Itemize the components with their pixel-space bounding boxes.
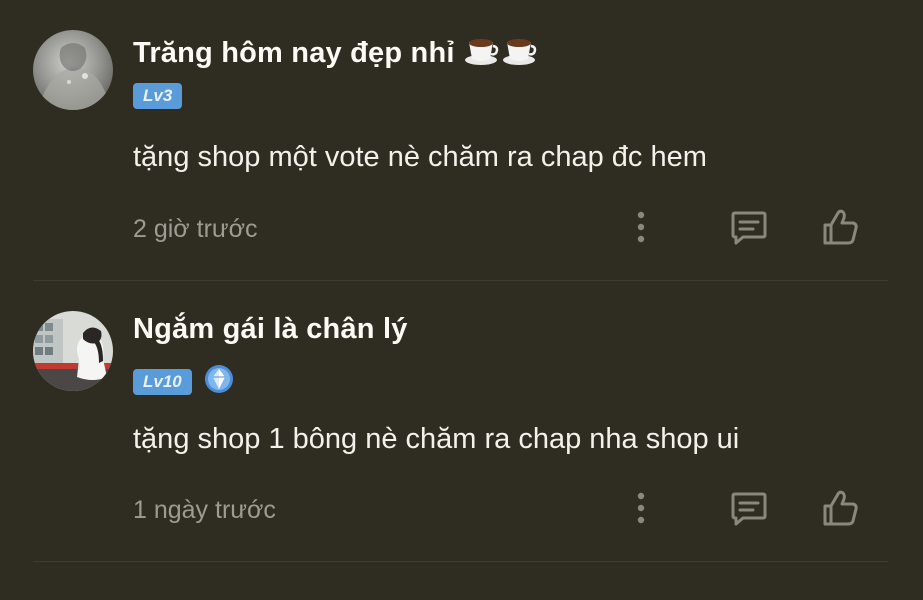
comment-text: tặng shop 1 bông nè chăm ra chap nha sho… (133, 423, 740, 455)
avatar[interactable] (33, 311, 113, 391)
username[interactable]: Ngắm gái là chân lý (133, 313, 408, 346)
comment-actions (0, 205, 923, 249)
comment-item: Trăng hôm nay đẹp nhỉ Lv3 tặng shop một … (0, 0, 923, 280)
badge-row: Lv10 (133, 364, 234, 399)
username[interactable]: Trăng hôm nay đẹp nhỉ (133, 32, 537, 74)
coffee-cup-icon (463, 32, 537, 74)
badge-row: Lv3 (133, 83, 183, 109)
thumbs-up-icon[interactable] (818, 486, 862, 530)
level-badge: Lv3 (133, 83, 183, 109)
comment-list: Trăng hôm nay đẹp nhỉ Lv3 tặng shop một … (0, 0, 923, 600)
reply-comment-icon[interactable] (727, 205, 771, 249)
thumbs-up-icon[interactable] (818, 205, 862, 249)
comment-text: tặng shop một vote nè chăm ra chap đc he… (133, 141, 707, 173)
comment-actions (0, 486, 923, 530)
more-vertical-icon[interactable] (626, 205, 656, 249)
username-text: Ngắm gái là chân lý (133, 313, 408, 345)
level-badge: Lv10 (133, 368, 192, 395)
comment-item: Ngắm gái là chân lý Lv10 tặng shop 1 bôn… (0, 281, 923, 561)
divider (33, 561, 888, 562)
crystal-rank-icon (192, 364, 234, 399)
avatar[interactable] (33, 30, 113, 110)
reply-comment-icon[interactable] (727, 486, 771, 530)
more-vertical-icon[interactable] (626, 486, 656, 530)
username-text: Trăng hôm nay đẹp nhỉ (133, 37, 455, 69)
